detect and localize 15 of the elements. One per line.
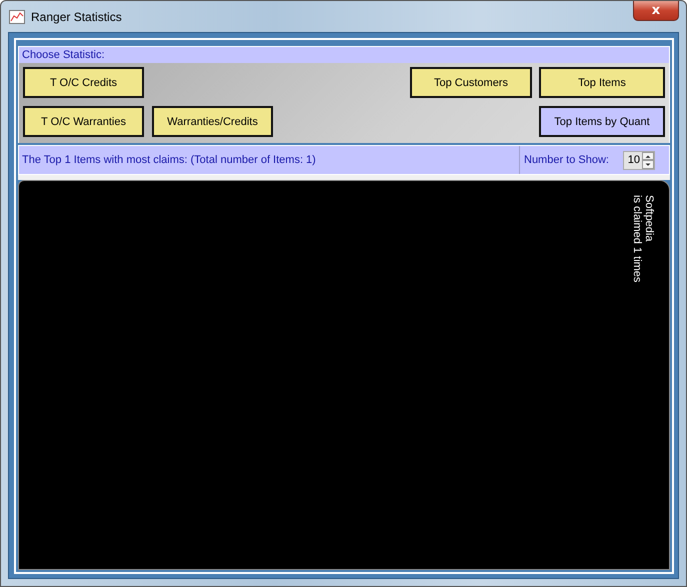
statistic-button[interactable]: T O/C Warranties bbox=[23, 106, 144, 137]
statistic-button[interactable]: Top Customers bbox=[410, 67, 532, 98]
vertical-label: Softpedia bbox=[643, 195, 655, 242]
number-to-show-label: Number to Show: bbox=[524, 154, 609, 166]
chart-icon bbox=[9, 10, 25, 24]
close-button[interactable]: x bbox=[633, 1, 679, 21]
statistic-button[interactable]: Top Items bbox=[539, 67, 665, 98]
choose-statistic-label: Choose Statistic: bbox=[22, 49, 105, 61]
statistic-button[interactable]: Top Items by Quant bbox=[539, 106, 665, 137]
statistic-button[interactable]: T O/C Credits bbox=[23, 67, 144, 98]
number-spinner[interactable]: 10 bbox=[622, 150, 655, 170]
window-title: Ranger Statistics bbox=[31, 10, 122, 24]
status-message: The Top 1 Items with most claims: (Total number of Items: 1) bbox=[19, 146, 520, 174]
statistic-button[interactable]: Warranties/Credits bbox=[152, 106, 273, 137]
vertical-label: is claimed 1 times bbox=[631, 195, 643, 282]
